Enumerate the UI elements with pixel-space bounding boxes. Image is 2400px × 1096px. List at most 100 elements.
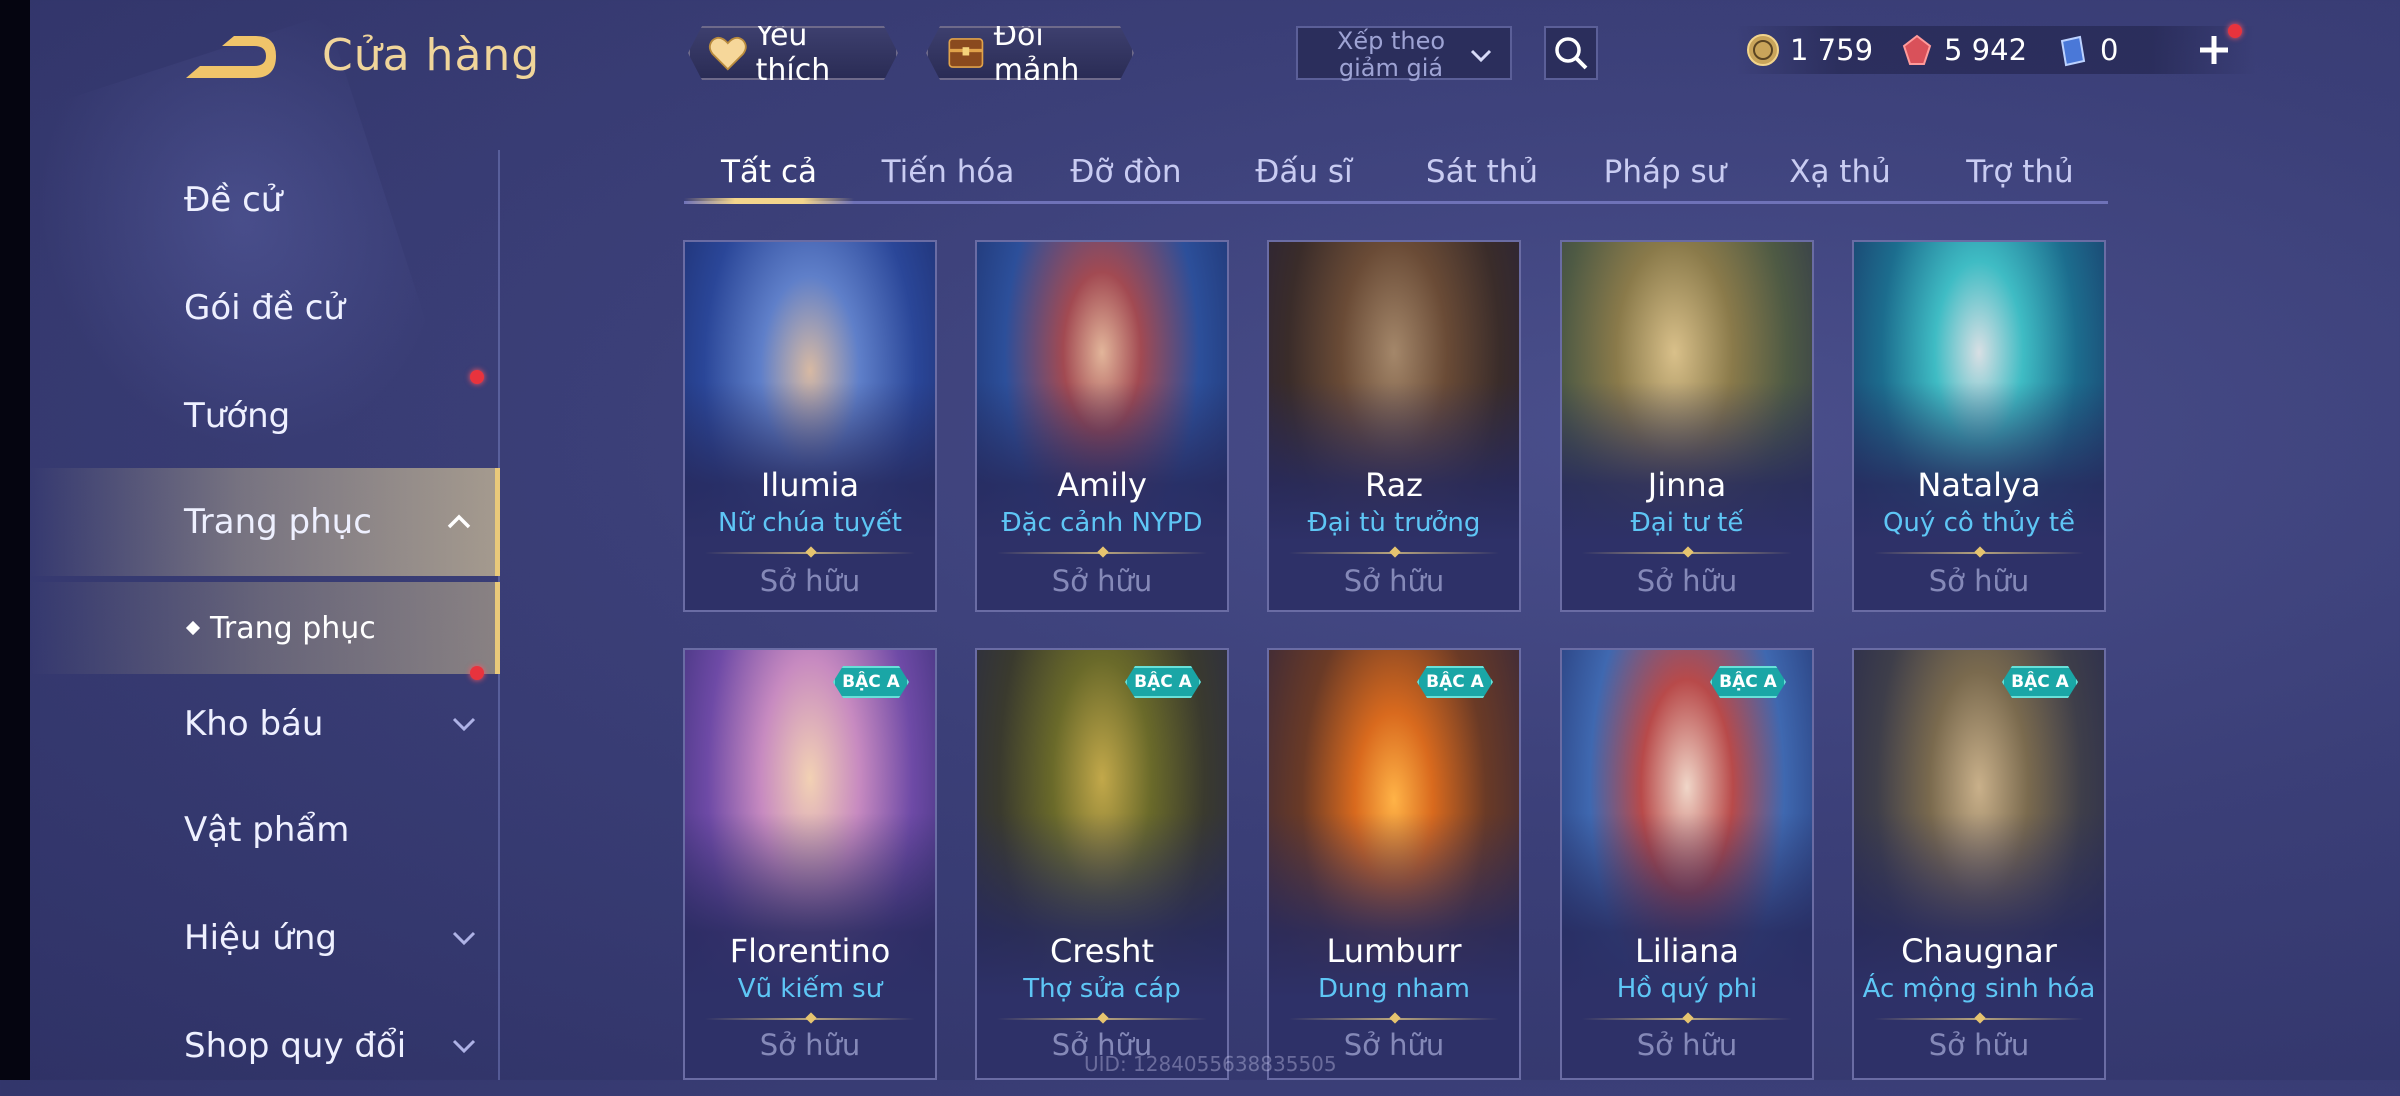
search-icon bbox=[1555, 37, 1588, 70]
gem-balance: 5 942 bbox=[1900, 26, 2027, 74]
coin-balance: 1 759 bbox=[1746, 26, 1873, 74]
hero-name: Ilumia bbox=[760, 466, 860, 504]
back-button[interactable] bbox=[180, 30, 280, 90]
skin-name: Ác mộng sinh hóa bbox=[1862, 974, 2096, 1004]
skin-card[interactable]: Jinna Đại tư tế Sở hữu bbox=[1560, 240, 1814, 612]
favorite-button[interactable]: Yêu thích bbox=[688, 26, 898, 80]
hero-name: Natalya bbox=[1917, 466, 2041, 504]
skin-card[interactable]: BẬC A Cresht Thợ sửa cáp Sở hữu bbox=[975, 648, 1229, 1080]
tab-mage[interactable]: Pháp sư bbox=[1580, 140, 1750, 204]
notification-dot bbox=[2228, 24, 2242, 38]
heart-icon bbox=[708, 33, 748, 73]
hero-name: Florentino bbox=[729, 932, 891, 970]
skin-card[interactable]: BẬC A Lumburr Dung nham Sở hữu bbox=[1267, 648, 1521, 1080]
skin-name: Đại tư tế bbox=[1630, 508, 1744, 538]
hero-name: Raz bbox=[1365, 466, 1423, 504]
owned-status: Sở hữu bbox=[1636, 564, 1738, 598]
sidebar-subitem-skins[interactable]: Trang phục bbox=[30, 582, 500, 674]
chevron-down-icon bbox=[452, 931, 476, 946]
sidebar-item-label: Tướng bbox=[184, 396, 291, 436]
search-button[interactable] bbox=[1544, 26, 1598, 80]
owned-status: Sở hữu bbox=[759, 564, 861, 598]
sidebar-item-label: Trang phục bbox=[184, 502, 372, 542]
gem-amount: 5 942 bbox=[1944, 33, 2028, 67]
sidebar-item-label: Đề cử bbox=[184, 180, 283, 220]
chevron-down-icon bbox=[452, 1039, 476, 1054]
skin-name: Thợ sửa cáp bbox=[1023, 974, 1181, 1004]
tab-all[interactable]: Tất cả bbox=[684, 140, 854, 204]
tab-assassin[interactable]: Sát thủ bbox=[1402, 140, 1562, 204]
gold-coin-icon bbox=[1747, 34, 1779, 66]
sidebar-subitem-label: Trang phục bbox=[210, 610, 376, 646]
skin-card[interactable]: BẬC A Chaugnar Ác mộng sinh hóa Sở hữu bbox=[1852, 648, 2106, 1080]
sidebar-item-heroes[interactable]: Tướng bbox=[30, 366, 500, 466]
sort-dropdown[interactable]: Xếp theo giảm giá bbox=[1296, 26, 1512, 82]
bullet-icon bbox=[185, 620, 201, 636]
sort-label: Xếp theo giảm giá bbox=[1336, 27, 1446, 82]
sidebar-item-label: Kho báu bbox=[184, 704, 324, 744]
sidebar-item-skins[interactable]: Trang phục bbox=[30, 468, 500, 576]
chevron-down-icon bbox=[452, 717, 476, 732]
owned-status: Sở hữu bbox=[1051, 564, 1153, 598]
hero-name: Chaugnar bbox=[1901, 932, 2057, 970]
skin-name: Quý cô thủy tề bbox=[1882, 508, 2076, 538]
category-tabs: Tất cả Tiến hóa Đỡ đòn Đấu sĩ Sát thủ Ph… bbox=[684, 140, 2108, 204]
tier-badge: BẬC A bbox=[1710, 666, 1786, 698]
sidebar-item-effects[interactable]: Hiệu ứng bbox=[30, 888, 500, 988]
sidebar-item-items[interactable]: Vật phẩm bbox=[30, 780, 500, 880]
sidebar-item-recommended-packs[interactable]: Gói đề cử bbox=[30, 258, 500, 384]
tab-marksman[interactable]: Xạ thủ bbox=[1760, 140, 1920, 204]
tab-fighter[interactable]: Đấu sĩ bbox=[1224, 140, 1384, 204]
page-title: Cửa hàng bbox=[322, 30, 541, 81]
skin-card[interactable]: Ilumia Nữ chúa tuyết Sở hữu bbox=[683, 240, 937, 612]
sidebar-item-label: Hiệu ứng bbox=[184, 918, 337, 958]
coin-amount: 1 759 bbox=[1790, 33, 1874, 67]
owned-status: Sở hữu bbox=[1928, 564, 2030, 598]
skin-name: Hồ quý phi bbox=[1616, 974, 1758, 1004]
tier-badge: BẬC A bbox=[1417, 666, 1493, 698]
exchange-shards-button[interactable]: Đổi mảnh bbox=[926, 26, 1134, 80]
skin-card[interactable]: BẬC A Liliana Hồ quý phi Sở hữu bbox=[1560, 648, 1814, 1080]
skin-name: Nữ chúa tuyết bbox=[718, 508, 902, 538]
voucher-balance: 0 bbox=[2056, 26, 2118, 74]
tier-badge: BẬC A bbox=[1125, 666, 1201, 698]
hero-name: Amily bbox=[1057, 466, 1147, 504]
owned-status: Sở hữu bbox=[1928, 1028, 2030, 1062]
hero-name: Lumburr bbox=[1326, 932, 1462, 970]
sidebar-item-label: Shop quy đổi bbox=[184, 1026, 407, 1066]
voucher-card-icon bbox=[2060, 35, 2086, 67]
user-id-watermark: UID: 1284055638835505 bbox=[1084, 1052, 1337, 1076]
top-up-button[interactable] bbox=[2190, 24, 2242, 74]
chevron-down-icon bbox=[1470, 49, 1492, 63]
sidebar-item-label: Vật phẩm bbox=[184, 810, 350, 850]
red-gem-icon bbox=[1902, 34, 1932, 65]
hero-name: Jinna bbox=[1647, 466, 1727, 504]
sidebar: Đề cử Gói đề cử Tướng Trang phục Trang p… bbox=[30, 150, 500, 1080]
hero-name: Liliana bbox=[1635, 932, 1739, 970]
tab-evolution[interactable]: Tiến hóa bbox=[868, 140, 1028, 204]
owned-status: Sở hữu bbox=[1343, 564, 1445, 598]
owned-status: Sở hữu bbox=[759, 1028, 861, 1062]
skin-name: Vũ kiếm sư bbox=[737, 974, 883, 1004]
sidebar-item-treasure[interactable]: Kho báu bbox=[30, 666, 500, 774]
tab-support[interactable]: Trợ thủ bbox=[1940, 140, 2100, 204]
favorite-label: Yêu thích bbox=[755, 18, 831, 88]
treasure-chest-icon bbox=[946, 32, 986, 74]
tier-badge: BẬC A bbox=[833, 666, 909, 698]
voucher-amount: 0 bbox=[2100, 33, 2119, 67]
notification-dot bbox=[470, 666, 484, 680]
tab-tank[interactable]: Đỡ đòn bbox=[1046, 140, 1206, 204]
chevron-up-icon bbox=[447, 514, 471, 529]
skin-card[interactable]: Raz Đại tù trưởng Sở hữu bbox=[1267, 240, 1521, 612]
tier-badge: BẬC A bbox=[2002, 666, 2078, 698]
exchange-label: Đổi mảnh bbox=[993, 18, 1080, 88]
skin-name: Đặc cảnh NYPD bbox=[1001, 508, 1203, 538]
sidebar-item-recommended[interactable]: Đề cử bbox=[30, 150, 500, 250]
skin-card[interactable]: Amily Đặc cảnh NYPD Sở hữu bbox=[975, 240, 1229, 612]
skin-name: Đại tù trưởng bbox=[1307, 508, 1481, 538]
skin-card[interactable]: BẬC A Florentino Vũ kiếm sư Sở hữu bbox=[683, 648, 937, 1080]
sidebar-item-label: Gói đề cử bbox=[184, 288, 345, 328]
hero-name: Cresht bbox=[1050, 932, 1154, 970]
sidebar-item-exchange-shop[interactable]: Shop quy đổi bbox=[30, 996, 500, 1096]
skin-card[interactable]: Natalya Quý cô thủy tề Sở hữu bbox=[1852, 240, 2106, 612]
